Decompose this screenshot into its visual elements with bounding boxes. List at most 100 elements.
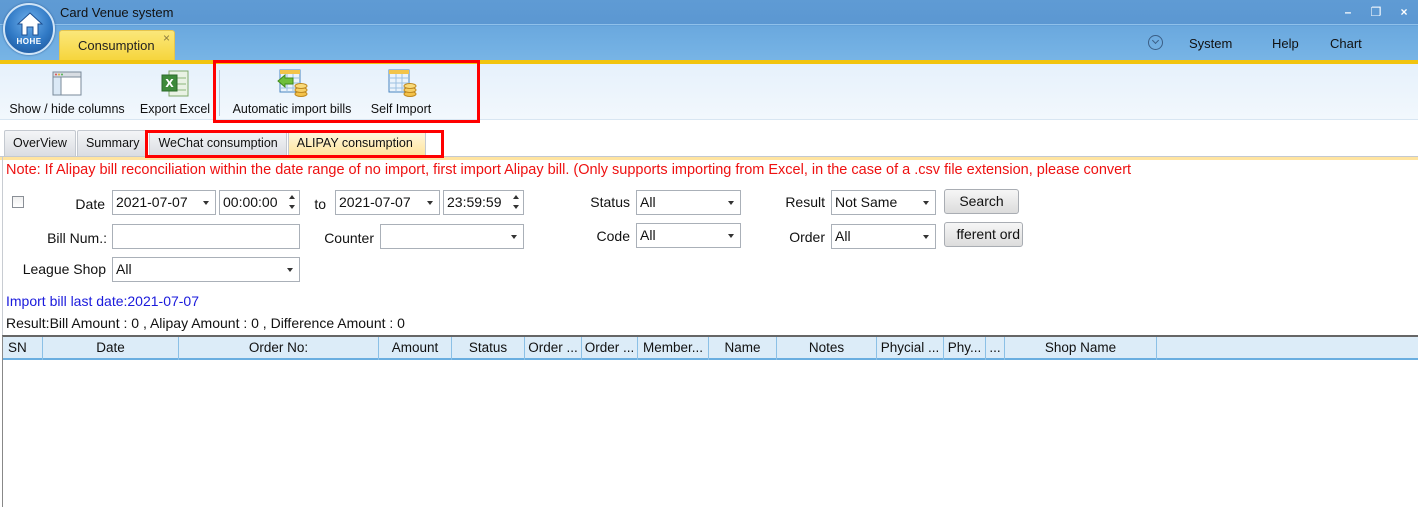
code-label: Code xyxy=(596,228,630,244)
column-header-amount[interactable]: Amount xyxy=(379,337,452,360)
subtabs: OverView Summary WeChat consumption ALIP… xyxy=(4,130,427,157)
spin-down-icon[interactable] xyxy=(513,205,519,209)
dropdown-arrow-icon xyxy=(287,268,293,272)
time-to-spinner[interactable]: 23:59:59 xyxy=(443,190,524,215)
close-tab-icon[interactable]: × xyxy=(163,31,170,45)
automatic-import-bills-button[interactable]: Automatic import bills xyxy=(227,68,357,116)
column-header-order-2[interactable]: Order ... xyxy=(582,337,638,360)
bill-num-label: Bill Num.: xyxy=(47,230,107,246)
menu-system[interactable]: System xyxy=(1189,36,1232,51)
grid-header: SN Date Order No: Amount Status Order ..… xyxy=(3,337,1418,360)
dropdown-arrow-icon xyxy=(427,201,433,205)
code-value: All xyxy=(640,227,656,243)
result-summary: Result:Bill Amount : 0 , Alipay Amount :… xyxy=(6,315,405,331)
result-select[interactable]: Not Same xyxy=(831,190,936,215)
date-label: Date xyxy=(75,196,105,212)
app-title: Card Venue system xyxy=(60,5,174,20)
dropdown-arrow-icon xyxy=(728,234,734,238)
tab-alipay-consumption[interactable]: ALIPAY consumption xyxy=(287,130,426,156)
dropdown-arrow-icon xyxy=(511,235,517,239)
column-header-physical-1[interactable]: Phycial ... xyxy=(877,337,944,360)
result-value: Not Same xyxy=(835,194,898,210)
dropdown-arrow-icon xyxy=(203,201,209,205)
counter-label: Counter xyxy=(324,230,374,246)
date-to-picker[interactable]: 2021-07-07 xyxy=(335,190,440,215)
window-columns-icon xyxy=(52,71,82,96)
tab-consumption-label: Consumption xyxy=(78,38,155,53)
home-icon xyxy=(16,12,44,36)
column-header-status[interactable]: Status xyxy=(452,337,525,360)
different-order-button[interactable]: fferent ord xyxy=(944,222,1023,247)
search-button[interactable]: Search xyxy=(944,189,1019,214)
menu-help[interactable]: Help xyxy=(1272,36,1299,51)
subtab-accent-strip xyxy=(0,157,1418,160)
dropdown-arrow-icon xyxy=(923,235,929,239)
automatic-import-bills-label: Automatic import bills xyxy=(232,102,352,116)
counter-select[interactable] xyxy=(380,224,524,249)
date-filter-checkbox[interactable] xyxy=(12,196,24,208)
date-from-picker[interactable]: 2021-07-07 xyxy=(112,190,216,215)
close-window-button[interactable]: × xyxy=(1390,0,1418,24)
time-from-spinner[interactable]: 00:00:00 xyxy=(219,190,300,215)
spin-up-icon[interactable] xyxy=(289,195,295,199)
export-excel-button[interactable]: X Export Excel xyxy=(138,68,212,116)
code-select[interactable]: All xyxy=(636,223,741,248)
status-value: All xyxy=(640,194,656,210)
column-header-notes[interactable]: Notes xyxy=(777,337,877,360)
order-select[interactable]: All xyxy=(831,224,936,249)
order-label: Order xyxy=(789,229,825,245)
column-header-name[interactable]: Name xyxy=(709,337,777,360)
tab-consumption[interactable]: Consumption × xyxy=(59,30,175,60)
self-import-button[interactable]: Self Import xyxy=(366,68,436,116)
top-menu xyxy=(1148,35,1163,50)
self-import-label: Self Import xyxy=(370,102,432,116)
status-label: Status xyxy=(590,194,630,210)
title-bar xyxy=(0,0,1418,62)
column-header-sn[interactable]: SN xyxy=(3,337,43,360)
tab-wechat-consumption[interactable]: WeChat consumption xyxy=(149,130,287,156)
column-header-order-no[interactable]: Order No: xyxy=(179,337,379,360)
league-shop-select[interactable]: All xyxy=(112,257,300,282)
time-from-value: 00:00:00 xyxy=(223,194,278,210)
column-header-physical-2[interactable]: Phy... xyxy=(944,337,986,360)
import-bills-icon xyxy=(277,69,308,97)
show-hide-columns-button[interactable]: Show / hide columns xyxy=(6,68,128,116)
minimize-button[interactable]: – xyxy=(1334,0,1362,24)
to-label: to xyxy=(314,196,326,212)
date-from-value: 2021-07-07 xyxy=(116,194,188,210)
menu-chart[interactable]: Chart xyxy=(1330,36,1362,51)
restore-button[interactable]: ❐ xyxy=(1362,0,1390,24)
tab-overview[interactable]: OverView xyxy=(4,130,76,156)
bill-num-input[interactable] xyxy=(112,224,300,249)
dropdown-arrow-icon xyxy=(923,201,929,205)
league-shop-label: League Shop xyxy=(22,261,106,277)
svg-text:X: X xyxy=(165,77,174,90)
column-header-shop-name[interactable]: Shop Name xyxy=(1005,337,1157,360)
date-to-value: 2021-07-07 xyxy=(339,194,411,210)
alipay-import-note: Note: If Alipay bill reconciliation with… xyxy=(6,162,1132,178)
league-shop-value: All xyxy=(116,261,132,277)
title-divider xyxy=(0,24,1418,25)
status-select[interactable]: All xyxy=(636,190,741,215)
excel-icon: X xyxy=(161,70,189,97)
tab-summary[interactable]: Summary xyxy=(76,130,149,156)
column-header-member[interactable]: Member... xyxy=(638,337,709,360)
show-hide-columns-label: Show / hide columns xyxy=(9,102,125,116)
column-header-date[interactable]: Date xyxy=(43,337,179,360)
bills-grid: SN Date Order No: Amount Status Order ..… xyxy=(2,335,1418,507)
toolbar-separator xyxy=(219,70,220,116)
import-last-date: Import bill last date:2021-07-07 xyxy=(6,293,199,309)
logo-text: HOHE xyxy=(16,37,42,46)
column-header-order-1[interactable]: Order ... xyxy=(525,337,582,360)
toolbar: Show / hide columns X Export Excel Autom… xyxy=(0,64,1418,120)
order-value: All xyxy=(835,228,851,244)
spin-up-icon[interactable] xyxy=(513,195,519,199)
column-header-more[interactable]: ... xyxy=(986,337,1005,360)
self-import-icon xyxy=(388,69,417,97)
export-excel-label: Export Excel xyxy=(139,102,211,116)
spin-down-icon[interactable] xyxy=(289,205,295,209)
window-controls: – ❐ × xyxy=(1334,0,1418,24)
time-to-value: 23:59:59 xyxy=(447,194,502,210)
home-logo-button[interactable]: HOHE xyxy=(3,3,55,55)
chevron-down-circle-icon[interactable] xyxy=(1148,35,1163,50)
